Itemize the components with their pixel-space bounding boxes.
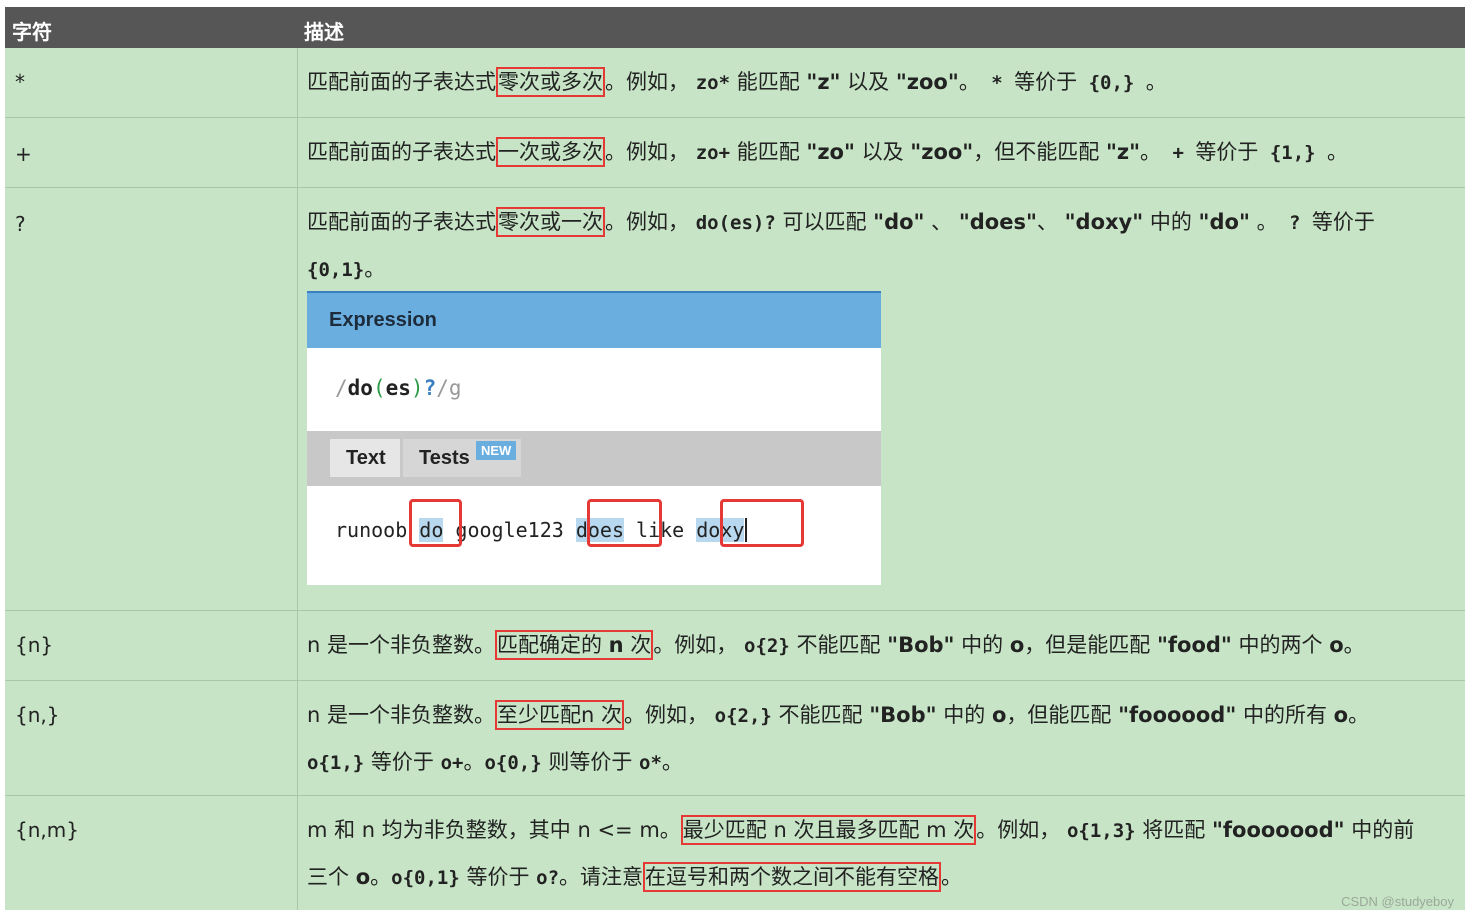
table-row: ? 匹配前面的子表达式零次或一次。例如， do(es)? 可以匹配 "do" 、…: [5, 188, 1465, 611]
symbol: {n,m}: [15, 818, 79, 842]
watermark: CSDN @studyeboy: [1341, 894, 1454, 909]
expression-bar: Expression: [307, 291, 881, 348]
regex-tool-screenshot: Expression /do(es)?/g Text Tests NEW run…: [307, 291, 881, 585]
symbol-cell: [5, 48, 298, 117]
test-text: runoob do google123 does like doxy: [335, 518, 748, 542]
header-desc: 描述: [304, 20, 344, 44]
regex-table: 字符 描述 * 匹配前面的子表达式零次或多次。例如， zo* 能匹配 "z" 以…: [5, 7, 1465, 910]
symbol: +: [15, 142, 32, 166]
match-box: [587, 499, 662, 547]
table-row: {n,} n 是一个非负整数。至少匹配n 次。例如， o{2,} 不能匹配 "B…: [5, 681, 1465, 796]
symbol-cell: [5, 118, 298, 187]
description: m 和 n 均为非负整数，其中 n <= m。最少匹配 n 次且最多匹配 m 次…: [307, 807, 1455, 901]
expression-area: /do(es)?/g: [307, 348, 881, 431]
table-row: {n} n 是一个非负整数。匹配确定的 n 次。例如， o{2} 不能匹配 "B…: [5, 611, 1465, 681]
highlight: 至少匹配n 次: [494, 700, 624, 730]
description: 匹配前面的子表达式一次或多次。例如， zo+ 能匹配 "zo" 以及 "zoo"…: [307, 129, 1455, 176]
table-row: {n,m} m 和 n 均为非负整数，其中 n <= m。最少匹配 n 次且最多…: [5, 796, 1465, 910]
header-char: 字符: [12, 20, 52, 44]
tab-bar: Text Tests NEW: [307, 431, 881, 486]
highlight: 零次或一次: [496, 207, 605, 237]
highlight: 在逗号和两个数之间不能有空格: [643, 862, 942, 892]
description: n 是一个非负整数。匹配确定的 n 次。例如， o{2} 不能匹配 "Bob" …: [307, 622, 1455, 669]
tab-text[interactable]: Text: [330, 439, 400, 477]
description: n 是一个非负整数。至少匹配n 次。例如， o{2,} 不能匹配 "Bob" 中…: [307, 692, 1455, 786]
expression-title: Expression: [329, 309, 437, 331]
highlight: 零次或多次: [496, 67, 605, 97]
symbol-cell: [5, 681, 298, 795]
test-text-area[interactable]: runoob do google123 does like doxy: [307, 486, 881, 585]
highlight: 匹配确定的 n 次: [494, 630, 654, 660]
symbol: ?: [15, 212, 26, 236]
symbol: *: [15, 70, 25, 94]
match-box: [409, 499, 462, 547]
table-row: + 匹配前面的子表达式一次或多次。例如， zo+ 能匹配 "zo" 以及 "zo…: [5, 118, 1465, 188]
new-badge: NEW: [476, 441, 517, 460]
highlight: 一次或多次: [496, 137, 605, 167]
description: 匹配前面的子表达式零次或一次。例如， do(es)? 可以匹配 "do" 、 "…: [307, 199, 1455, 293]
expression-text: /do(es)?/g: [335, 376, 462, 400]
table-row: * 匹配前面的子表达式零次或多次。例如， zo* 能匹配 "z" 以及 "zoo…: [5, 48, 1465, 118]
symbol-cell: [5, 188, 298, 610]
symbol: {n}: [15, 633, 54, 657]
table-header: 字符 描述: [5, 7, 1465, 48]
symbol: {n,}: [15, 703, 60, 727]
description: 匹配前面的子表达式零次或多次。例如， zo* 能匹配 "z" 以及 "zoo"。…: [307, 59, 1455, 106]
highlight: 最少匹配 n 次且最多匹配 m 次: [680, 815, 977, 845]
match-box: [720, 499, 804, 547]
symbol-cell: [5, 796, 298, 910]
